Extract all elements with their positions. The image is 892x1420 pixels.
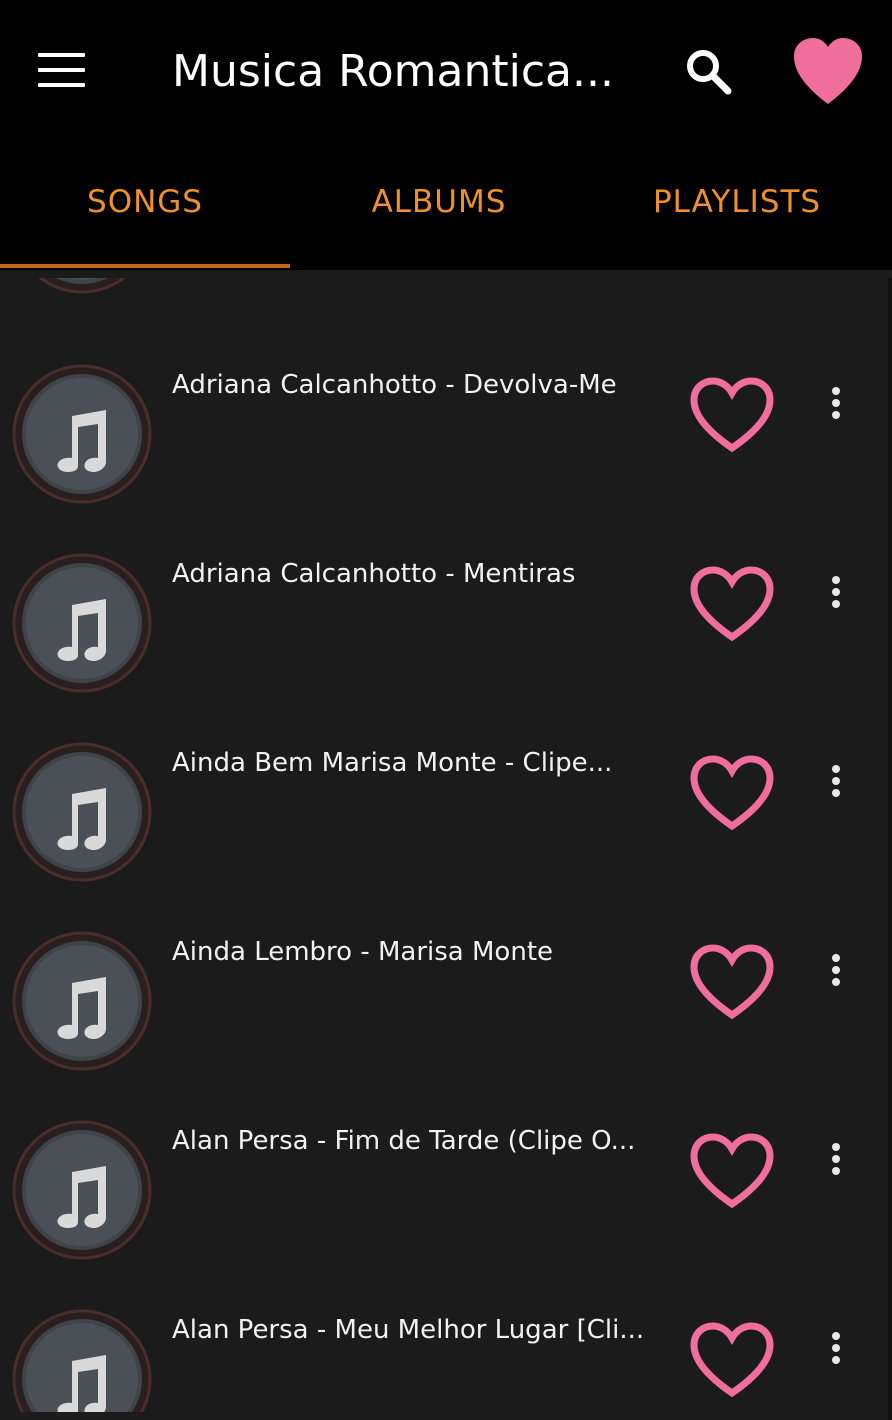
music-disc-icon xyxy=(12,1309,152,1412)
search-button[interactable] xyxy=(672,36,744,108)
more-dot xyxy=(832,588,840,596)
tab-playlists[interactable]: PLAYLISTS xyxy=(592,140,882,270)
song-title: Alan Persa - Meu Melhor Lugar [Cli... xyxy=(172,1315,645,1345)
toolbar: Musica Romantica... xyxy=(0,0,892,140)
list-item[interactable]: Ainda Bem Marisa Monte - Clipe... xyxy=(0,728,888,917)
more-dot xyxy=(832,411,840,419)
tab-songs[interactable]: SONGS xyxy=(0,140,290,270)
heart-filled-icon xyxy=(794,38,862,104)
favorites-button[interactable] xyxy=(786,32,870,112)
more-dot xyxy=(832,1356,840,1364)
song-title: Ainda Lembro - Marisa Monte xyxy=(172,937,554,967)
more-dot xyxy=(832,954,840,962)
more-options-button[interactable] xyxy=(812,1322,860,1374)
heart-outline-icon[interactable] xyxy=(686,374,778,458)
heart-outline-icon[interactable] xyxy=(686,1319,778,1403)
more-dot xyxy=(832,1167,840,1175)
more-options-button[interactable] xyxy=(812,944,860,996)
more-dot xyxy=(832,576,840,584)
music-app-screen: Musica Romantica... SONGS ALBUMS PLAYLIS… xyxy=(0,0,892,1420)
scroll-edge xyxy=(888,278,892,1420)
music-disc-icon xyxy=(12,364,152,504)
list-item[interactable]: Alan Persa - Fim de Tarde (Clipe O... xyxy=(0,1106,888,1295)
selected-tab-indicator xyxy=(0,264,290,268)
music-disc-icon xyxy=(12,931,152,1071)
menu-bar xyxy=(38,53,85,57)
more-dot xyxy=(832,600,840,608)
menu-button[interactable] xyxy=(24,40,100,100)
more-dot xyxy=(832,399,840,407)
tab-albums[interactable]: ALBUMS xyxy=(294,140,584,270)
tab-albums-label: ALBUMS xyxy=(371,184,507,220)
tab-bar: SONGS ALBUMS PLAYLISTS xyxy=(0,140,892,270)
more-options-button[interactable] xyxy=(812,377,860,429)
more-dot xyxy=(832,1143,840,1151)
song-title: Ainda Bem Marisa Monte - Clipe... xyxy=(172,748,613,778)
music-disc-icon xyxy=(12,742,152,882)
more-options-button[interactable] xyxy=(812,755,860,807)
menu-bar xyxy=(38,83,85,87)
more-dot xyxy=(832,966,840,974)
song-title: Adriana Calcanhotto - Devolva-Me xyxy=(172,370,617,400)
music-disc-icon xyxy=(38,278,126,294)
song-title: Alan Persa - Fim de Tarde (Clipe O... xyxy=(172,1126,636,1156)
more-dot xyxy=(832,777,840,785)
tab-playlists-label: PLAYLISTS xyxy=(652,184,822,220)
more-dot xyxy=(832,387,840,395)
music-disc-icon xyxy=(12,553,152,693)
menu-bar xyxy=(38,68,85,72)
heart-outline-icon[interactable] xyxy=(686,563,778,647)
song-list[interactable]: Adriana Calcanhotto - Devolva-Me Adriana… xyxy=(0,278,888,1412)
more-dot xyxy=(832,1344,840,1352)
heart-outline-icon[interactable] xyxy=(686,941,778,1025)
more-dot xyxy=(832,765,840,773)
list-item[interactable]: Alan Persa - Meu Melhor Lugar [Cli... xyxy=(0,1295,888,1412)
list-item[interactable]: Ainda Lembro - Marisa Monte xyxy=(0,917,888,1106)
tab-songs-label: SONGS xyxy=(87,184,203,220)
list-item[interactable]: Adriana Calcanhotto - Mentiras xyxy=(0,539,888,728)
music-disc-icon xyxy=(12,1120,152,1260)
app-title: Musica Romantica... xyxy=(172,46,614,97)
song-title: Adriana Calcanhotto - Mentiras xyxy=(172,559,576,589)
more-dot xyxy=(832,1332,840,1340)
more-options-button[interactable] xyxy=(812,566,860,618)
more-options-button[interactable] xyxy=(812,1133,860,1185)
search-icon xyxy=(687,50,732,95)
more-dot xyxy=(832,1155,840,1163)
more-dot xyxy=(832,978,840,986)
list-item[interactable]: Adriana Calcanhotto - Devolva-Me xyxy=(0,350,888,539)
heart-outline-icon[interactable] xyxy=(686,752,778,836)
list-item[interactable] xyxy=(0,278,888,350)
heart-outline-icon[interactable] xyxy=(686,1130,778,1214)
more-dot xyxy=(832,789,840,797)
